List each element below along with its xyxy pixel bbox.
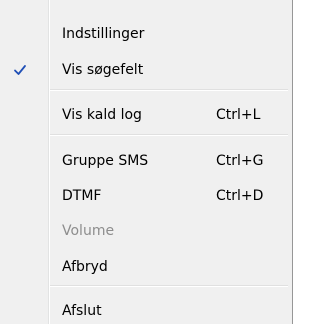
menu-item-shortcut: Ctrl+L — [216, 107, 261, 123]
menu-item-gruppe-sms[interactable]: Gruppe SMS Ctrl+G — [0, 148, 292, 174]
menu-item-volume: Volume — [0, 218, 292, 244]
menu-item-label: Vis kald log — [62, 107, 142, 123]
menu-item-label: Afbryd — [62, 259, 108, 275]
check-icon — [14, 65, 26, 75]
menu-item-label: DTMF — [62, 188, 102, 204]
menu-item-afslut[interactable]: Afslut — [0, 298, 292, 324]
menu-item-label: Afslut — [62, 303, 102, 319]
menu-item-indstillinger[interactable]: Indstillinger — [0, 21, 292, 47]
menu-item-shortcut: Ctrl+G — [216, 153, 264, 169]
menu-item-vis-kald-log[interactable]: Vis kald log Ctrl+L — [0, 102, 292, 128]
menu-separator — [50, 89, 288, 91]
menu-item-label: Gruppe SMS — [62, 153, 149, 169]
menu-item-dtmf[interactable]: DTMF Ctrl+D — [0, 183, 292, 209]
menu-separator — [50, 134, 288, 136]
menu-item-label: Vis søgefelt — [62, 62, 144, 78]
menu-item-vis-sogefelt[interactable]: Vis søgefelt — [0, 57, 292, 83]
menu-item-shortcut: Ctrl+D — [216, 188, 264, 204]
context-menu: Indstillinger Vis søgefelt Vis kald log … — [0, 0, 293, 324]
menu-item-label: Indstillinger — [62, 26, 145, 42]
menu-separator — [50, 285, 288, 287]
menu-item-afbryd[interactable]: Afbryd — [0, 254, 292, 280]
menu-item-label: Volume — [62, 223, 115, 239]
